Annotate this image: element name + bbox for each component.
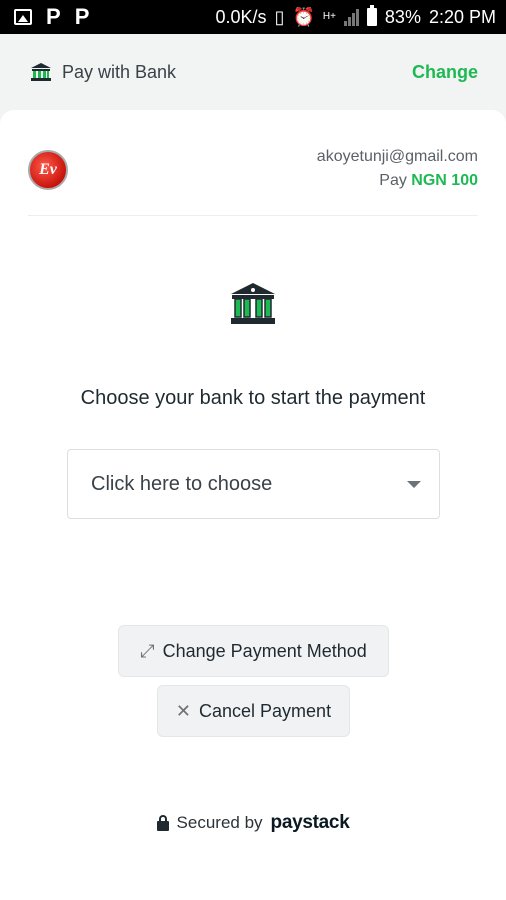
bank-prompt: Choose your bank to start the payment [80, 387, 426, 409]
header-title: Pay with Bank [62, 61, 177, 82]
lock-icon [156, 815, 169, 831]
close-icon: ✕ [175, 700, 191, 721]
change-payment-method-label: Change Payment Method [162, 640, 367, 661]
payment-header: Pay with Bank Change [0, 34, 506, 110]
p-icon: P [46, 4, 61, 29]
cancel-payment-label: Cancel Payment [199, 700, 332, 721]
bank-icon [31, 63, 51, 81]
pay-amount: NGN 100 [411, 172, 478, 189]
status-bar-left: P P [14, 6, 89, 28]
network-type: H+ [322, 11, 336, 22]
merchant-row: Ev akoyetunji@gmail.com Pay NGN 100 [28, 146, 478, 216]
change-link[interactable]: Change [412, 62, 478, 83]
swap-icon: ⤢ [140, 640, 155, 661]
p-icon: P [74, 4, 90, 29]
status-bar: P P 0.0K/s ▯ ⏰ H+ 83% 2:20 PM [0, 0, 506, 34]
battery-icon [366, 5, 377, 26]
secured-by: Secured by paystack [0, 812, 506, 834]
paystack-logo: paystack [270, 812, 350, 833]
net-speed: 0.0K/s [215, 6, 267, 27]
bank-select[interactable]: Click here to choose [67, 449, 440, 519]
alarm-icon: ⏰ [292, 7, 315, 27]
change-payment-method-button[interactable]: ⤢ Change Payment Method [118, 625, 389, 677]
pay-amount-line: Pay NGN 100 [379, 172, 478, 190]
payment-card: Ev akoyetunji@gmail.com Pay NGN 100 Choo… [0, 110, 506, 900]
clock: 2:20 PM [428, 6, 496, 27]
pay-label: Pay [379, 172, 407, 189]
gallery-icon [14, 9, 32, 25]
bank-icon [231, 283, 275, 324]
battery-level: 83% [384, 6, 421, 27]
avatar: Ev [28, 150, 68, 190]
customer-email: akoyetunji@gmail.com [316, 148, 478, 165]
chevron-down-icon [407, 480, 421, 488]
cancel-payment-button[interactable]: ✕ Cancel Payment [157, 685, 350, 737]
status-bar-right: 0.0K/s ▯ ⏰ H+ 83% 2:20 PM [215, 5, 496, 28]
header-left: Pay with Bank [30, 62, 176, 83]
signal-icon [343, 8, 359, 26]
vibrate-icon: ▯ [274, 7, 285, 27]
secured-label: Secured by [176, 813, 263, 832]
bank-select-placeholder: Click here to choose [91, 472, 273, 495]
